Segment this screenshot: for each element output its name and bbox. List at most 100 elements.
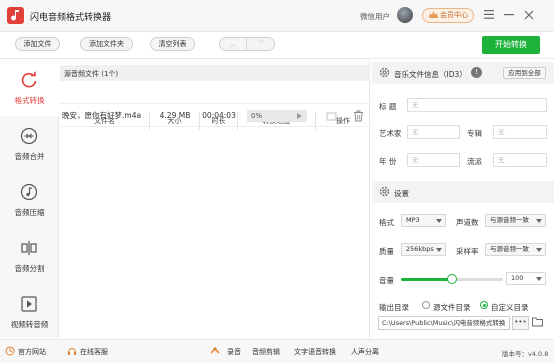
- channels-label: 声道数: [456, 218, 479, 227]
- format-value: MP3: [406, 216, 420, 224]
- vip-center-label: 会员中心: [440, 11, 468, 19]
- play-icon: [21, 296, 37, 312]
- file-list-header: 源音频文件 (1个): [60, 65, 370, 81]
- app-logo-icon: [7, 7, 24, 24]
- reorder-buttons: ︿ ﹀: [219, 37, 275, 51]
- settings-section-title: 设置: [394, 189, 409, 198]
- sidebar: 格式转换 音频合并 音频压缩 音频分割 视频转音频: [0, 60, 59, 338]
- play-small-icon[interactable]: [297, 113, 302, 119]
- sidebar-item-video-to-audio[interactable]: 视频转音频: [0, 284, 59, 340]
- sidebar-item-format-convert[interactable]: 格式转换: [0, 60, 59, 116]
- quality-value: 256kbps: [406, 245, 434, 253]
- channels-value: 与源音频一致: [490, 216, 529, 224]
- id3-section-title: 音乐文件信息（ID3）: [394, 70, 467, 79]
- sidebar-item-label: 视频转音频: [10, 320, 49, 329]
- support-link[interactable]: 在线客服: [80, 347, 108, 357]
- volume-slider-fill: [401, 278, 452, 281]
- sidebar-item-label: 音频压缩: [14, 208, 45, 217]
- vocal-separation-link[interactable]: 人声分离: [351, 347, 379, 357]
- app-title: 闪电音频格式转换器: [30, 13, 112, 23]
- folder-icon[interactable]: [532, 317, 543, 327]
- volume-slider-handle[interactable]: [447, 274, 457, 284]
- menu-icon[interactable]: [481, 7, 497, 23]
- avatar[interactable]: [397, 7, 413, 23]
- music-note-icon: [20, 183, 38, 201]
- clear-list-button[interactable]: 清空列表: [150, 37, 195, 51]
- genre-field[interactable]: 无: [493, 153, 547, 167]
- sidebar-item-audio-merge[interactable]: 音频合并: [0, 116, 59, 172]
- move-up-icon[interactable]: ︿: [220, 38, 247, 50]
- sidebar-item-audio-split[interactable]: 音频分割: [0, 228, 59, 284]
- format-label: 格式: [379, 218, 394, 227]
- source-dir-label[interactable]: 源文件目录: [433, 302, 471, 313]
- artist-field[interactable]: 无: [407, 125, 460, 139]
- volume-label: 音量: [379, 276, 394, 285]
- merge-icon: [20, 127, 38, 145]
- quality-label: 质量: [379, 247, 394, 256]
- status-bar: 官方网站 在线客服 录音 音频剪辑 文字语音转换 人声分离 版本号：v4.0.8: [0, 339, 554, 363]
- table-row[interactable]: 晚安，愿你有好梦.m4a 4.29 MB 00:04:03 0%: [60, 105, 370, 127]
- samplerate-select[interactable]: 与源音频一致: [485, 243, 546, 256]
- samplerate-value: 与源音频一致: [490, 245, 529, 253]
- apply-all-button[interactable]: 应用到全部: [503, 67, 546, 79]
- album-label: 专辑: [467, 129, 482, 138]
- version-label: 版本号：v4.0.8: [502, 350, 549, 358]
- volume-value: 100: [511, 274, 524, 282]
- album-field[interactable]: 无: [493, 125, 547, 139]
- refresh-icon: [21, 71, 37, 88]
- browse-button[interactable]: •••: [512, 316, 529, 330]
- microphone-icon: [210, 347, 220, 354]
- file-name: 晚安，愿你有好梦.m4a: [62, 111, 142, 120]
- source-dir-radio[interactable]: [422, 301, 430, 309]
- split-icon: [21, 241, 37, 255]
- gear-icon: [379, 186, 390, 197]
- close-icon[interactable]: [521, 7, 537, 23]
- move-down-icon[interactable]: ﹀: [248, 38, 275, 50]
- website-link[interactable]: 官方网站: [18, 347, 46, 357]
- tts-link[interactable]: 文字语音转换: [294, 347, 336, 357]
- record-link[interactable]: 录音: [227, 347, 241, 357]
- id3-section-header: 音乐文件信息（ID3） ! 应用到全部: [372, 62, 554, 84]
- settings-panel: 音乐文件信息（ID3） ! 应用到全部 标 题 无 艺术家 无 专辑 无 年 份…: [372, 60, 554, 338]
- toolbar: 添加文件 添加文件夹 清空列表 ︿ ﹀ 开始转换: [0, 33, 554, 59]
- file-size: 4.29 MB: [159, 111, 191, 120]
- quality-select[interactable]: 256kbps: [401, 243, 446, 256]
- headset-icon: [68, 348, 76, 355]
- volume-select[interactable]: 100: [506, 272, 546, 285]
- add-folder-button[interactable]: 添加文件夹: [80, 37, 133, 51]
- volume-slider[interactable]: [401, 274, 503, 284]
- crown-icon: [429, 11, 438, 18]
- sidebar-item-label: 音频分割: [14, 264, 45, 273]
- progress-value: 0%: [251, 112, 263, 120]
- vip-center-button[interactable]: 会员中心: [422, 8, 474, 23]
- sidebar-item-audio-compress[interactable]: 音频压缩: [0, 172, 59, 228]
- format-select[interactable]: MP3: [401, 214, 446, 227]
- home-icon: [5, 346, 15, 356]
- year-field[interactable]: 无: [407, 153, 460, 167]
- user-name[interactable]: 微信用户: [360, 11, 390, 22]
- output-dir-label: 输出目录: [379, 303, 409, 312]
- file-count-label: 源音频文件 (1个): [64, 70, 119, 78]
- artist-label: 艺术家: [379, 129, 402, 138]
- file-duration: 00:04:03: [202, 111, 236, 120]
- custom-dir-label[interactable]: 自定义目录: [491, 302, 529, 313]
- audio-cut-link[interactable]: 音频剪辑: [252, 347, 280, 357]
- settings-section-header: 设置: [372, 181, 554, 203]
- output-path-field[interactable]: C:\Users\Public\Music\闪电音频格式转换: [378, 316, 510, 330]
- title-field[interactable]: 无: [407, 98, 547, 112]
- folder-open-icon[interactable]: [326, 110, 337, 122]
- start-convert-button[interactable]: 开始转换: [482, 36, 540, 54]
- file-list-panel: 源音频文件 (1个) 文件名 大小 时长 转换进度 操作 晚安，愿你有好梦.m4…: [60, 60, 370, 338]
- genre-label: 流派: [467, 157, 482, 166]
- channels-select[interactable]: 与源音频一致: [485, 214, 546, 227]
- gear-icon: [379, 67, 390, 78]
- add-file-button[interactable]: 添加文件: [15, 37, 60, 51]
- help-icon[interactable]: !: [471, 67, 482, 78]
- samplerate-label: 采样率: [456, 247, 479, 256]
- minimize-icon[interactable]: [501, 7, 517, 23]
- year-label: 年 份: [379, 157, 397, 166]
- progress-bar: 0%: [247, 110, 307, 122]
- sidebar-item-label: 音频合并: [14, 152, 45, 161]
- custom-dir-radio[interactable]: [480, 301, 488, 309]
- delete-icon[interactable]: [353, 110, 364, 122]
